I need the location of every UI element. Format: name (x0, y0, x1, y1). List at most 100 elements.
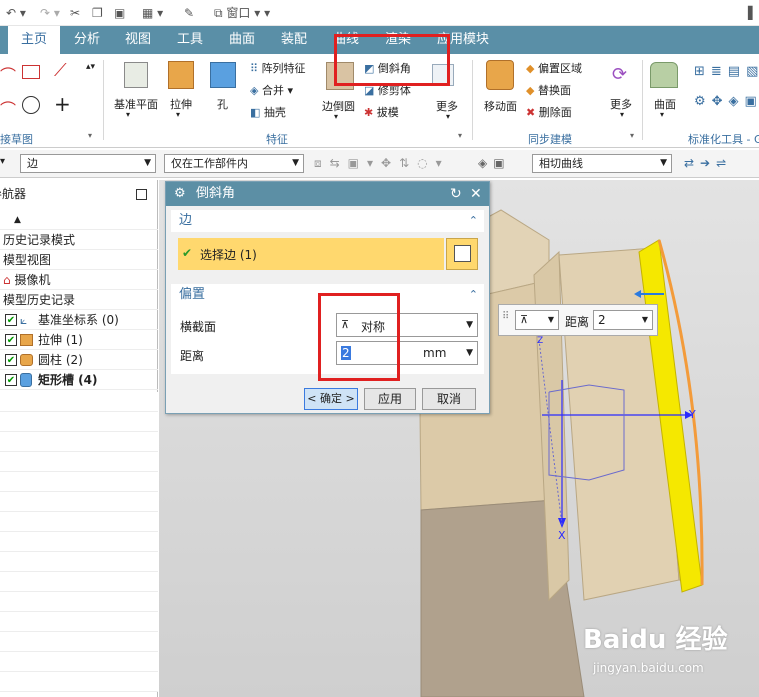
app-menu-icon[interactable]: ▌ (748, 5, 757, 21)
nav-feature-extrude[interactable]: ✔ 拉伸 (1) (0, 330, 158, 350)
tab-surface[interactable]: 曲面 (229, 26, 255, 54)
tab-view[interactable]: 视图 (125, 26, 151, 54)
chevron-down-icon: ▼ (641, 315, 648, 324)
move-face-button[interactable]: 移动面 (484, 98, 517, 114)
checkbox[interactable]: ✔ (5, 354, 17, 366)
undo-icon[interactable]: ↶ ▾ (6, 5, 26, 21)
group-feature-expand-icon[interactable]: ▾ (458, 131, 462, 140)
axis-label-z: Z (537, 336, 544, 346)
offset-section-label: 偏置 (179, 287, 206, 302)
tab-assembly[interactable]: 装配 (281, 26, 307, 54)
dialog-titlebar[interactable]: ⚙ 倒斜角 ↻ ✕ (166, 182, 489, 206)
replace-face-button[interactable]: ◆ 替换面 (526, 82, 571, 98)
paste-icon[interactable]: ▣ (114, 5, 125, 21)
hole-button[interactable]: 孔 (217, 96, 228, 112)
chevron-down-icon: ▾ (446, 112, 451, 121)
unite-label: 合并 (261, 84, 284, 97)
touch-mode-icon[interactable]: ✎ (184, 5, 194, 21)
move-face-icon (486, 60, 514, 90)
curve-icon[interactable]: ⌒ (0, 96, 16, 120)
curve-rule-select[interactable]: 相切曲线 ▼ (532, 154, 672, 173)
curve-rule-value: 相切曲线 (539, 157, 583, 170)
select-edge-button[interactable] (446, 238, 478, 270)
selection-bar: ▾ 边 ▼ 仅在工作部件内 ▼ ⧈⇆▣▾✥⇅◌▾ ◈▣ 相切曲线 ▼ ⇄➔⇌ (0, 150, 759, 178)
std-tools-icons-2[interactable]: ⚙✥◈▣ (694, 94, 759, 109)
edge-blend-button[interactable]: 边倒圆 (322, 98, 355, 114)
checkbox[interactable]: ✔ (5, 374, 17, 386)
unite-button[interactable]: ◈ 合并 ▾ (250, 82, 293, 98)
offset-region-button[interactable]: ◆ 偏置区域 (526, 60, 582, 76)
delete-face-button[interactable]: ✖ 删除面 (526, 104, 572, 120)
unit-label: mm (423, 346, 447, 360)
shell-button[interactable]: ◧ 抽壳 (250, 104, 286, 120)
onscreen-cross-section-select[interactable]: ⊼ ▼ (515, 310, 559, 330)
onscreen-distance-value: 2 (598, 313, 606, 327)
window-menu[interactable]: ⧉ 窗口 ▾ ▾ (214, 5, 270, 21)
face-tool-icons[interactable]: ◈▣ (478, 156, 511, 170)
surface-button[interactable]: 曲面 (654, 96, 676, 112)
draft-label: 拔模 (376, 106, 399, 119)
nav-model-views[interactable]: 模型视图 (0, 250, 158, 270)
pattern-feature-button[interactable]: ⠿ 阵列特征 (250, 60, 306, 76)
type-filter-select[interactable]: 边 ▼ (20, 154, 156, 173)
maximize-icon[interactable] (136, 189, 147, 200)
pattern-feature-label: 阵列特征 (261, 62, 306, 75)
tab-tools[interactable]: 工具 (177, 26, 203, 54)
onscreen-distance-input[interactable]: 2 ▼ (593, 310, 653, 330)
collapse-icon: ⌃ (468, 214, 478, 227)
ok-button[interactable]: < 确定 > (304, 388, 358, 410)
chevron-down-icon: ▾ (660, 110, 665, 119)
chevron-down-icon: ▾ (620, 110, 625, 119)
nav-feature-datum-csys[interactable]: ✔ ⟀ 基准坐标系 (0) (0, 310, 158, 330)
edge-section-header[interactable]: 边 ⌃ (171, 210, 484, 232)
copy-icon[interactable]: ❐ (92, 5, 103, 21)
replace-face-label: 替换面 (537, 84, 571, 97)
tab-home[interactable]: 主页 (8, 26, 60, 54)
refresh-icon: ⟳ (612, 64, 628, 85)
snap-tool-icons[interactable]: ⇄➔⇌ (684, 156, 732, 170)
dialog-title: 倒斜角 (196, 186, 236, 201)
selection-scope-select[interactable]: 仅在工作部件内 ▼ (164, 154, 304, 173)
sketch-more-icon[interactable]: ▴▾ (86, 62, 95, 72)
close-icon[interactable]: ✕ (470, 182, 482, 206)
gear-icon[interactable]: ⚙ (174, 182, 186, 206)
arc-icon[interactable]: ⌒ (0, 62, 16, 86)
chevron-down-icon: ▼ (466, 348, 473, 358)
extrude-button[interactable]: 拉伸 (170, 96, 192, 112)
cut-icon[interactable]: ✂ (70, 5, 80, 21)
nav-feature-cylinder[interactable]: ✔ 圆柱 (2) (0, 350, 158, 370)
check-icon: ✔ (182, 246, 193, 260)
circle-icon[interactable] (22, 96, 40, 114)
drag-handle-icon[interactable]: ⠿ (502, 311, 509, 322)
cancel-button[interactable]: 取消 (422, 388, 476, 410)
redo-icon[interactable]: ↷ ▾ (40, 5, 60, 21)
nav-model-history[interactable]: 模型历史记录 (0, 290, 158, 310)
select-edge-row[interactable]: ✔ 选择边 (1) (178, 238, 444, 270)
point-icon[interactable]: + (54, 92, 71, 116)
datum-plane-button[interactable]: 基准平面 (114, 96, 158, 112)
apply-button[interactable]: 应用 (364, 388, 416, 410)
surface-icon (650, 62, 678, 88)
navigator-column-header[interactable]: ▲ (0, 210, 158, 230)
checkbox[interactable]: ✔ (5, 314, 17, 326)
rectangle-icon[interactable] (22, 65, 40, 79)
nav-feature-rect-groove[interactable]: ✔ 矩形槽 (4) (0, 370, 158, 390)
watermark-brand: Baidu 经验 (583, 625, 728, 655)
std-tools-icons[interactable]: ⊞≣▤▧ (694, 64, 759, 79)
hole-icon (210, 62, 236, 88)
line-icon[interactable]: ⟋ (54, 60, 67, 81)
watermark-url: jingyan.baidu.com (593, 661, 704, 675)
feature-label: 矩形槽 (4) (38, 373, 98, 387)
group-sketch-expand-icon[interactable]: ▾ (88, 131, 92, 140)
distance-label: 距离 (180, 349, 205, 363)
reset-icon[interactable]: ↻ (450, 182, 462, 206)
tab-analysis[interactable]: 分析 (74, 26, 100, 54)
nav-history-mode[interactable]: 历史记录模式 (0, 230, 158, 250)
checkbox[interactable]: ✔ (5, 334, 17, 346)
draft-button[interactable]: ✱ 拔模 (364, 104, 399, 120)
nav-cameras[interactable]: ⌂ 摄像机 (0, 270, 158, 290)
chevron-down-icon: ▾ (334, 112, 339, 121)
command-finder-icon[interactable]: ▦ ▾ (142, 5, 163, 21)
group-sync-expand-icon[interactable]: ▾ (630, 131, 634, 140)
selection-tool-icons[interactable]: ⧈⇆▣▾✥⇅◌▾ (314, 156, 450, 171)
